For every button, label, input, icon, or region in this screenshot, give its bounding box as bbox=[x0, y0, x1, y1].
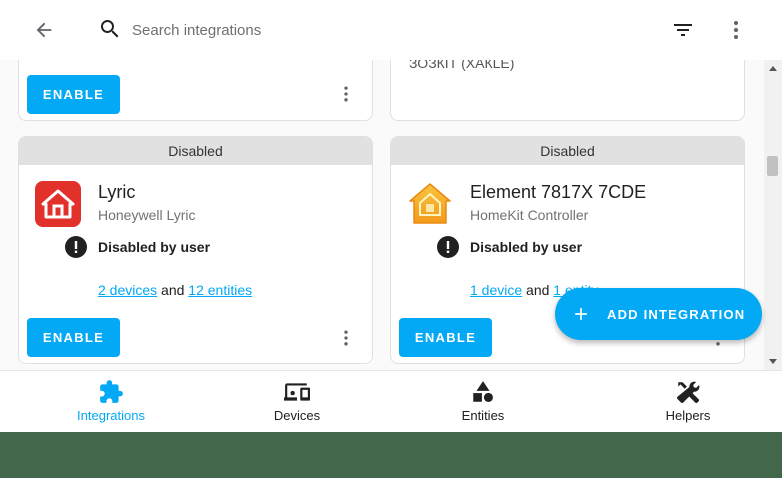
integration-card-partial: ЗОЗКІТ (ХАКLЕ) bbox=[390, 60, 745, 121]
scroll-down-arrow-icon[interactable] bbox=[769, 359, 777, 364]
devices-link[interactable]: 1 device bbox=[470, 282, 522, 298]
fab-label: ADD INTEGRATION bbox=[607, 306, 746, 322]
integration-card-lyric: Disabled Lyric Honeywell Lyric Disabled … bbox=[18, 136, 373, 364]
enable-button[interactable]: ENABLE bbox=[27, 318, 120, 357]
tools-icon bbox=[677, 381, 700, 403]
dots-vertical-icon bbox=[344, 330, 348, 346]
card-menu-button[interactable] bbox=[334, 326, 358, 350]
app-window: ENABLE ЗОЗКІТ (ХАКLЕ) Disabled Lyric Hon… bbox=[0, 0, 782, 432]
back-button[interactable] bbox=[28, 14, 60, 46]
disabled-reason: Disabled by user bbox=[98, 239, 211, 255]
add-integration-button[interactable]: ADD INTEGRATION bbox=[555, 288, 762, 340]
homekit-house-icon bbox=[407, 181, 453, 227]
plus-icon bbox=[575, 308, 587, 320]
alert-circle-icon bbox=[437, 236, 459, 258]
search-input[interactable] bbox=[132, 16, 612, 44]
search-icon bbox=[96, 15, 124, 43]
nav-item-integrations[interactable]: Integrations bbox=[0, 371, 222, 432]
top-app-bar bbox=[0, 0, 782, 60]
filter-button[interactable] bbox=[667, 14, 699, 46]
vertical-scrollbar[interactable] bbox=[764, 60, 782, 370]
nav-item-entities[interactable]: Entities bbox=[372, 371, 594, 432]
card-subtitle: HomeKit Controller bbox=[470, 207, 589, 223]
shapes-icon bbox=[473, 381, 493, 402]
devices-link[interactable]: 2 devices bbox=[98, 282, 157, 298]
status-bar: Disabled bbox=[391, 137, 744, 165]
entities-link[interactable]: 12 entities bbox=[188, 282, 252, 298]
cut-off-text: ЗОЗКІТ (ХАКLЕ) bbox=[409, 60, 515, 71]
nav-label: Entities bbox=[461, 408, 505, 423]
arrow-left-icon bbox=[36, 22, 52, 38]
dots-vertical-icon bbox=[344, 86, 348, 102]
nav-label: Integrations bbox=[77, 408, 145, 423]
scroll-up-arrow-icon[interactable] bbox=[769, 66, 777, 71]
puzzle-icon bbox=[100, 380, 123, 403]
dots-vertical-icon bbox=[734, 21, 738, 39]
bottom-navigation: Integrations Devices Entities Helpers bbox=[0, 370, 782, 432]
card-links: 2 devices and 12 entities bbox=[98, 282, 252, 298]
integration-card-partial: ENABLE bbox=[18, 60, 373, 121]
enable-button[interactable]: ENABLE bbox=[27, 75, 120, 114]
disabled-reason: Disabled by user bbox=[470, 239, 583, 255]
devices-icon bbox=[284, 383, 310, 401]
nav-label: Helpers bbox=[665, 408, 711, 423]
card-subtitle: Honeywell Lyric bbox=[98, 207, 196, 223]
enable-button[interactable]: ENABLE bbox=[399, 318, 492, 357]
house-icon bbox=[35, 181, 81, 227]
nav-item-helpers[interactable]: Helpers bbox=[594, 371, 782, 432]
alert-circle-icon bbox=[65, 236, 87, 258]
status-bar: Disabled bbox=[19, 137, 372, 165]
scroll-thumb[interactable] bbox=[767, 156, 778, 176]
card-title: Lyric bbox=[98, 182, 136, 202]
card-title: Element 7817X 7CDE bbox=[470, 182, 647, 202]
nav-label: Devices bbox=[273, 408, 321, 423]
and-text: and bbox=[526, 282, 550, 298]
card-menu-button[interactable] bbox=[334, 82, 358, 106]
filter-icon bbox=[674, 24, 692, 36]
overflow-menu-button[interactable] bbox=[720, 14, 752, 46]
nav-item-devices[interactable]: Devices bbox=[222, 371, 372, 432]
and-text: and bbox=[161, 282, 185, 298]
